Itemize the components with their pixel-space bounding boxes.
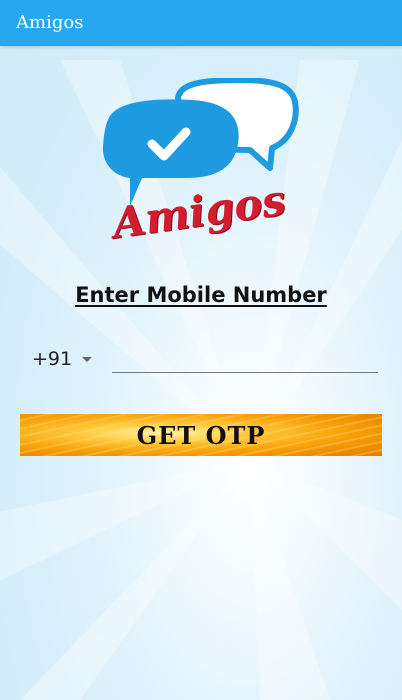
caret-down-icon [82,356,93,362]
country-code-value: +91 [32,348,73,370]
get-otp-button[interactable]: GET OTP [20,414,382,456]
app-bar: Amigos [0,0,402,46]
get-otp-label: GET OTP [136,420,266,450]
country-code-selector[interactable]: +91 [32,345,93,373]
heading-text: Enter Mobile Number [75,283,327,307]
mobile-number-input[interactable] [112,344,378,373]
page-heading: Enter Mobile Number [0,281,402,309]
app-title: Amigos [16,12,84,33]
